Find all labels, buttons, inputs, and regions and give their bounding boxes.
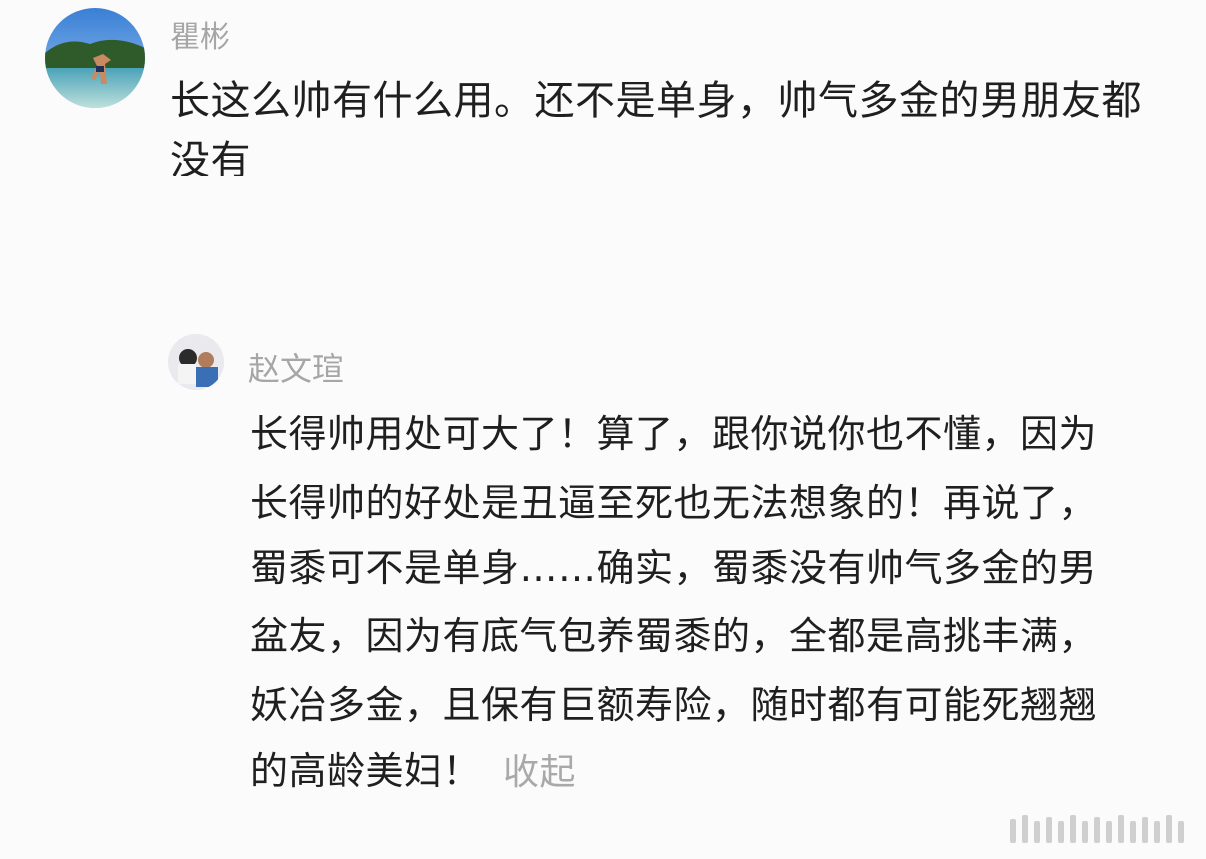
reply-text: 的高龄美妇！ (250, 749, 482, 793)
user-avatar[interactable] (45, 8, 145, 108)
reply-text: 蜀黍可不是单身……确实，蜀黍没有帅气多金的男 (250, 546, 1098, 590)
reply-text: 长得帅用处可大了！算了，跟你说你也不懂，因为 (250, 412, 1098, 456)
comment-username[interactable]: 瞿彬 (170, 12, 230, 56)
comment-text: 没有 (170, 138, 251, 176)
watermark-graphic (1002, 809, 1202, 849)
reply-avatar[interactable] (168, 334, 224, 390)
reply-text-last-line: 的高龄美妇！ 收起 (250, 748, 576, 796)
avatar-photo (168, 334, 224, 390)
comment-text: 长这么帅有什么用。还不是单身，帅气多金的男朋友都 (170, 78, 1142, 124)
collapse-button[interactable]: 收起 (503, 752, 576, 793)
reply-text: 盆友，因为有底气包养蜀黍的，全都是高挑丰满， (250, 614, 1098, 658)
reply-text: 妖冶多金，且保有巨额寿险，随时都有可能死翘翘 (250, 683, 1098, 727)
reply-text: 长得帅的好处是丑逼至死也无法想象的！再说了， (250, 481, 1098, 525)
reply-username[interactable]: 赵文瑄 (248, 344, 344, 390)
avatar-photo (45, 8, 145, 108)
